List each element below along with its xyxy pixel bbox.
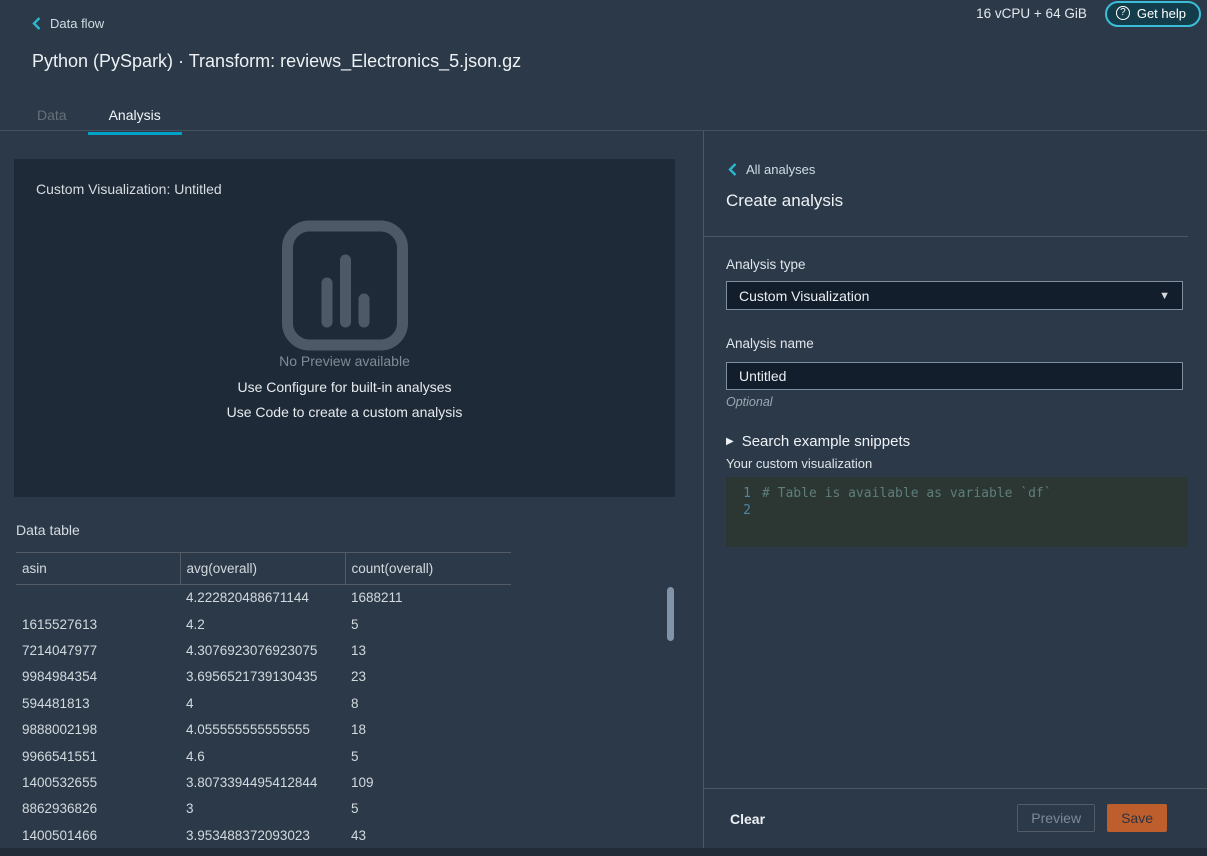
header-right: 16 vCPU + 64 GiB ? Get help	[976, 0, 1201, 27]
table-cell: 9888002198	[16, 716, 180, 742]
page-title: Python (PySpark) · Transform: reviews_El…	[32, 51, 521, 72]
table-cell: 13	[345, 637, 511, 663]
code-line: 1# Table is available as variable `df`	[726, 486, 1188, 503]
table-cell: 5	[345, 611, 511, 637]
clear-button[interactable]: Clear	[730, 811, 765, 827]
table-cell: 5	[345, 743, 511, 769]
save-button[interactable]: Save	[1107, 804, 1167, 832]
table-row: 98880021984.05555555555555518	[16, 716, 511, 742]
table-cell: 3.8073394495412844	[180, 769, 345, 795]
question-icon: ?	[1116, 6, 1130, 20]
table-cell: 109	[345, 769, 511, 795]
code-editor[interactable]: 1# Table is available as variable `df`2	[726, 477, 1188, 547]
analysis-name-label: Analysis name	[726, 336, 814, 351]
table-cell: 18	[345, 716, 511, 742]
back-link-all-analyses[interactable]: All analyses	[728, 162, 815, 177]
table-cell: 4.3076923076923075	[180, 637, 345, 663]
table-row: 14005326553.8073394495412844109	[16, 769, 511, 795]
search-snippets-toggle[interactable]: ▶ Search example snippets	[726, 433, 910, 450]
back-link-label: All analyses	[746, 162, 815, 177]
table-cell: 4.2	[180, 611, 345, 637]
table-cell: 3	[180, 796, 345, 822]
table-cell: 43	[345, 822, 511, 848]
column-header-avg-overall: avg(overall)	[180, 553, 345, 585]
column-header-count-overall: count(overall)	[345, 553, 511, 585]
bottom-scroll-track	[0, 848, 1207, 856]
table-cell: 7214047977	[16, 637, 180, 663]
column-header-asin: asin	[16, 553, 180, 585]
chevron-left-icon	[728, 163, 737, 176]
table-cell: 4.6	[180, 743, 345, 769]
panel-divider	[704, 236, 1188, 237]
table-cell: 9966541551	[16, 743, 180, 769]
back-link-data-flow[interactable]: Data flow	[32, 16, 104, 31]
back-link-label: Data flow	[50, 16, 104, 31]
create-analysis-panel: All analyses Create analysis Analysis ty…	[703, 131, 1207, 856]
no-preview-text: No Preview available	[14, 353, 675, 369]
table-header-row: asin avg(overall) count(overall)	[16, 553, 511, 585]
table-cell: 23	[345, 664, 511, 690]
code-text: # Table is available as variable `df`	[762, 486, 1052, 503]
resources-badge: 16 vCPU + 64 GiB	[976, 6, 1087, 21]
analysis-type-value: Custom Visualization	[739, 288, 869, 304]
line-number: 1	[726, 486, 762, 503]
data-table: asin avg(overall) count(overall) 4.22282…	[16, 552, 511, 848]
code-line: 2	[726, 503, 1188, 520]
table-cell: 8	[345, 690, 511, 716]
chevron-right-icon: ▶	[726, 436, 734, 447]
table-cell	[16, 585, 180, 611]
chevron-down-icon: ▼	[1159, 290, 1170, 302]
optional-hint: Optional	[726, 395, 773, 409]
table-cell: 4.222820488671144	[180, 585, 345, 611]
footer-buttons: Preview Save	[1017, 804, 1167, 832]
app-window: Data flow 16 vCPU + 64 GiB ? Get help Py…	[0, 0, 1207, 856]
configure-hint-text: Use Configure for built-in analyses	[14, 379, 675, 395]
table-row: 16155276134.25	[16, 611, 511, 637]
preview-button[interactable]: Preview	[1017, 804, 1095, 832]
bar-chart-icon	[281, 220, 409, 351]
preview-title: Custom Visualization: Untitled	[36, 181, 222, 197]
table-cell: 1615527613	[16, 611, 180, 637]
table-cell: 1688211	[345, 585, 511, 611]
table-cell: 3.953488372093023	[180, 822, 345, 848]
table-row: 99849843543.695652173913043523	[16, 664, 511, 690]
table-scrollbar-thumb[interactable]	[667, 587, 674, 641]
table-cell: 594481813	[16, 690, 180, 716]
table-row: 4.2228204886711441688211	[16, 585, 511, 611]
analysis-name-input[interactable]	[726, 362, 1183, 390]
data-table-body: 4.222820488671144168821116155276134.2572…	[16, 585, 511, 849]
get-help-label: Get help	[1137, 6, 1186, 21]
table-row: 14005014663.95348837209302343	[16, 822, 511, 848]
table-row: 99665415514.65	[16, 743, 511, 769]
table-cell: 8862936826	[16, 796, 180, 822]
line-number: 2	[726, 503, 762, 520]
table-cell: 4.055555555555555	[180, 716, 345, 742]
table-row: 72140479774.307692307692307513	[16, 637, 511, 663]
code-hint-text: Use Code to create a custom analysis	[14, 404, 675, 420]
analysis-type-select[interactable]: Custom Visualization ▼	[726, 281, 1183, 310]
table-cell: 9984984354	[16, 664, 180, 690]
panel-footer: Clear Preview Save	[704, 788, 1207, 856]
table-cell: 5	[345, 796, 511, 822]
table-row: 59448181348	[16, 690, 511, 716]
visualization-preview-panel: Custom Visualization: Untitled No Previe…	[14, 159, 675, 497]
table-row: 886293682635	[16, 796, 511, 822]
search-snippets-label: Search example snippets	[742, 433, 910, 450]
table-cell: 3.6956521739130435	[180, 664, 345, 690]
chevron-left-icon	[32, 17, 41, 30]
data-table-title: Data table	[16, 522, 80, 538]
table-cell: 1400501466	[16, 822, 180, 848]
analysis-type-label: Analysis type	[726, 257, 806, 272]
panel-title: Create analysis	[726, 191, 843, 211]
table-cell: 1400532655	[16, 769, 180, 795]
table-cell: 4	[180, 690, 345, 716]
custom-visualization-label: Your custom visualization	[726, 456, 872, 471]
get-help-button[interactable]: ? Get help	[1105, 1, 1201, 27]
